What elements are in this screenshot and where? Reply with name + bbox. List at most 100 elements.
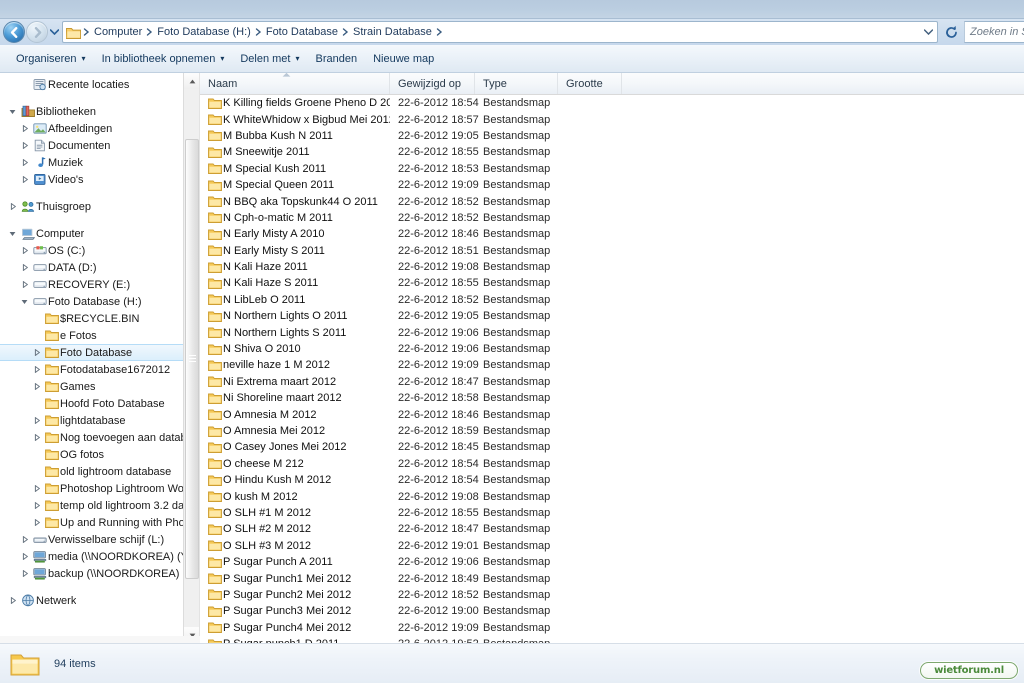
back-button[interactable] <box>3 21 25 43</box>
expand-toggle[interactable] <box>18 142 31 149</box>
sidebar-item-temp-old-lightroom-3-2-database[interactable]: temp old lightroom 3.2 database <box>0 497 199 514</box>
sidebar-item-documenten[interactable]: Documenten <box>0 137 199 154</box>
navigation-pane-scrollbar[interactable] <box>183 73 199 643</box>
table-row[interactable]: N LibLeb O 2011 22-6-2012 18:52 Bestandsma… <box>200 292 1024 308</box>
table-row[interactable]: M Special Queen 2011 22-6-2012 19:09 Besta… <box>200 177 1024 193</box>
breadcrumb-item-computer[interactable]: Computer <box>91 24 145 40</box>
burn-button[interactable]: Branden <box>307 49 365 69</box>
table-row[interactable]: O Casey Jones Mei 2012 22-6-2012 18:45 Bes… <box>200 439 1024 455</box>
sidebar-item-hoofd-foto-database[interactable]: Hoofd Foto Database <box>0 395 199 412</box>
sidebar-item-nog-toevoegen-aan-database[interactable]: Nog toevoegen aan database <box>0 429 199 446</box>
table-row[interactable]: N Kali Haze 2011 22-6-2012 19:08 Bestandsm… <box>200 259 1024 275</box>
expand-toggle[interactable] <box>18 299 31 305</box>
table-row[interactable]: N Early Misty S 2011 22-6-2012 18:51 Besta… <box>200 243 1024 259</box>
table-row[interactable]: O cheese M 212 22-6-2012 18:54 Bestandsmap <box>200 456 1024 472</box>
table-row[interactable]: M Special Kush 2011 22-6-2012 18:53 Bestan… <box>200 161 1024 177</box>
table-row[interactable]: N Northern Lights S 2011 22-6-2012 19:06 B… <box>200 324 1024 340</box>
scroll-up-button[interactable] <box>184 73 199 89</box>
expand-toggle[interactable] <box>30 434 43 441</box>
sidebar-item-thuisgroep[interactable]: Thuisgroep <box>0 198 199 215</box>
table-row[interactable]: P Sugar Punch2 Mei 2012 22-6-2012 18:52 Be… <box>200 587 1024 603</box>
sidebar-item-recente-locaties[interactable]: Recente locaties <box>0 76 199 93</box>
expand-toggle[interactable] <box>30 417 43 424</box>
breadcrumb-dropdown-button[interactable] <box>920 22 936 42</box>
sidebar-item-backup-noordkorea-z[interactable]: backup (\\NOORDKOREA) (Z:) <box>0 565 199 582</box>
forward-button[interactable] <box>26 21 48 43</box>
table-row[interactable]: P Sugar Punch A 2011 22-6-2012 19:06 Besta… <box>200 554 1024 570</box>
column-header-grootte[interactable]: Grootte <box>558 73 622 94</box>
column-header-naam[interactable]: Naam <box>200 73 390 94</box>
table-row[interactable]: O SLH #2 M 2012 22-6-2012 18:47 Bestandsma… <box>200 521 1024 537</box>
breadcrumb-separator[interactable] <box>341 28 350 36</box>
breadcrumb-bar[interactable]: Computer Foto Database (H:) Foto Databas… <box>62 21 938 43</box>
sidebar-item-og-fotos[interactable]: OG fotos <box>0 446 199 463</box>
breadcrumb-item-strain-database[interactable]: Strain Database <box>350 24 435 40</box>
sidebar-item-recovery-e[interactable]: RECOVERY (E:) <box>0 276 199 293</box>
sidebar-item-os-c[interactable]: OS (C:) <box>0 242 199 259</box>
sidebar-item-computer[interactable]: Computer <box>0 225 199 242</box>
sidebar-item-muziek[interactable]: Muziek <box>0 154 199 171</box>
column-header-type[interactable]: Type <box>475 73 558 94</box>
expand-toggle[interactable] <box>6 203 19 210</box>
table-row[interactable]: M Bubba Kush N 2011 22-6-2012 19:05 Bestan… <box>200 128 1024 144</box>
sidebar-item-old-lightroom-database[interactable]: old lightroom database <box>0 463 199 480</box>
table-row[interactable]: N Early Misty A 2010 22-6-2012 18:46 Besta… <box>200 226 1024 242</box>
table-row[interactable]: O Amnesia M 2012 22-6-2012 18:46 Bestandsm… <box>200 406 1024 422</box>
table-row[interactable]: N Northern Lights O 2011 22-6-2012 19:05 B… <box>200 308 1024 324</box>
expand-toggle[interactable] <box>6 109 19 115</box>
table-row[interactable]: O SLH #1 M 2012 22-6-2012 18:55 Bestandsma… <box>200 505 1024 521</box>
column-header-gewijzigd-op[interactable]: Gewijzigd op <box>390 73 475 94</box>
expand-toggle[interactable] <box>6 231 19 237</box>
table-row[interactable]: O Hindu Kush M 2012 22-6-2012 18:54 Bestan… <box>200 472 1024 488</box>
navigation-pane-scroll-thumb[interactable] <box>185 139 199 579</box>
table-row[interactable]: P Sugar Punch1 Mei 2012 22-6-2012 18:49 Be… <box>200 570 1024 586</box>
sidebar-item-games[interactable]: Games <box>0 378 199 395</box>
include-in-library-button[interactable]: In bibliotheek opnemen ▾ <box>94 49 233 69</box>
sidebar-item-bibliotheken[interactable]: Bibliotheken <box>0 103 199 120</box>
table-row[interactable]: neville haze 1 M 2012 22-6-2012 19:09 Best… <box>200 357 1024 373</box>
sidebar-item-photoshop-lightroom-workflow-strategies[interactable]: Photoshop Lightroom Workflow Strategies <box>0 480 199 497</box>
sidebar-item-verwisselbare-schijf-l[interactable]: Verwisselbare schijf (L:) <box>0 531 199 548</box>
table-row[interactable]: O kush M 2012 22-6-2012 19:08 Bestandsmap <box>200 488 1024 504</box>
sidebar-item-media-noordkorea-y[interactable]: media (\\NOORDKOREA) (Y:) <box>0 548 199 565</box>
table-row[interactable]: M Sneewitje 2011 22-6-2012 18:55 Bestandsm… <box>200 144 1024 160</box>
table-row[interactable]: O Amnesia Mei 2012 22-6-2012 18:59 Bestand… <box>200 423 1024 439</box>
table-row[interactable]: Ni Shoreline maart 2012 22-6-2012 18:58 Be… <box>200 390 1024 406</box>
table-row[interactable]: K Killing fields Groene Pheno D 2011 22-6… <box>200 95 1024 111</box>
expand-toggle[interactable] <box>18 536 31 543</box>
table-row[interactable]: P Sugar punch1 D 201122-6-2012 19:52Best… <box>200 636 1024 643</box>
sidebar-item-up-and-running-with-photoshop-lightroom[interactable]: Up and Running with Photoshop Lightroom <box>0 514 199 531</box>
expand-toggle[interactable] <box>6 597 19 604</box>
sidebar-item-data-d[interactable]: DATA (D:) <box>0 259 199 276</box>
organize-button[interactable]: Organiseren ▾ <box>8 49 94 69</box>
expand-toggle[interactable] <box>30 485 43 492</box>
expand-toggle[interactable] <box>30 519 43 526</box>
breadcrumb-item-foto-database[interactable]: Foto Database <box>263 24 341 40</box>
table-row[interactable]: O SLH #3 M 2012 22-6-2012 19:01 Bestandsma… <box>200 538 1024 554</box>
sidebar-item-e-fotos[interactable]: e Fotos <box>0 327 199 344</box>
expand-toggle[interactable] <box>18 176 31 183</box>
sidebar-item-fotodatabase1672012[interactable]: Fotodatabase1672012 <box>0 361 199 378</box>
expand-toggle[interactable] <box>30 502 43 509</box>
table-row[interactable]: N BBQ aka Topskunk44 O 2011 22-6-2012 18:… <box>200 193 1024 209</box>
expand-toggle[interactable] <box>18 159 31 166</box>
sidebar-item-foto-database[interactable]: Foto Database <box>0 344 199 361</box>
breadcrumb-item-foto-database-h[interactable]: Foto Database (H:) <box>154 24 254 40</box>
expand-toggle[interactable] <box>18 264 31 271</box>
sidebar-item-afbeeldingen[interactable]: Afbeeldingen <box>0 120 199 137</box>
expand-toggle[interactable] <box>18 247 31 254</box>
table-row[interactable]: Ni Extrema maart 2012 22-6-2012 18:47 Best… <box>200 374 1024 390</box>
table-row[interactable]: P Sugar Punch4 Mei 2012 22-6-2012 19:09 Be… <box>200 620 1024 636</box>
share-with-button[interactable]: Delen met ▾ <box>232 49 307 69</box>
expand-toggle[interactable] <box>30 349 43 356</box>
sidebar-item-recycle-bin[interactable]: $RECYCLE.BIN <box>0 310 199 327</box>
table-row[interactable]: N Cph-o-matic M 2011 22-6-2012 18:52 Besta… <box>200 210 1024 226</box>
table-row[interactable]: K WhiteWhidow x Bigbud Mei 2012 22-6-2012… <box>200 111 1024 127</box>
sidebar-item-video-s[interactable]: Video's <box>0 171 199 188</box>
refresh-button[interactable] <box>940 22 962 43</box>
expand-toggle[interactable] <box>18 125 31 132</box>
table-row[interactable]: P Sugar Punch3 Mei 2012 22-6-2012 19:00 Be… <box>200 603 1024 619</box>
breadcrumb-separator[interactable] <box>145 28 154 36</box>
expand-toggle[interactable] <box>18 281 31 288</box>
table-row[interactable]: N Shiva O 2010 22-6-2012 19:06 Bestandsmap <box>200 341 1024 357</box>
